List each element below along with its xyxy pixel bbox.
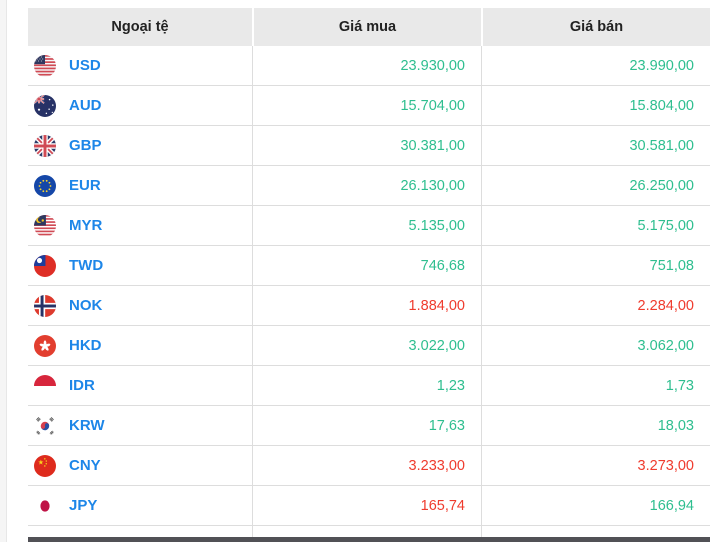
buy-price: 3.233,00 [252, 446, 481, 485]
page-left-edge [0, 0, 7, 542]
jpy-flag-icon [34, 494, 56, 517]
currency-cell: MYR [28, 206, 252, 245]
currency-code-link[interactable]: USD [69, 57, 101, 74]
buy-price: 17,63 [252, 406, 481, 445]
eur-flag-icon [34, 174, 56, 197]
currency-cell: IDR [28, 366, 252, 405]
sell-price: 2.284,00 [481, 286, 710, 325]
currency-code-link[interactable]: MYR [69, 217, 102, 234]
buy-price: 1,23 [252, 366, 481, 405]
table-row: CNY 3.233,00 3.273,00 [28, 446, 710, 486]
currency-code-link[interactable]: TWD [69, 257, 103, 274]
currency-code-link[interactable]: EUR [69, 177, 101, 194]
sell-price: 5.175,00 [481, 206, 710, 245]
buy-price: 746,68 [252, 246, 481, 285]
sell-price: 30.581,00 [481, 126, 710, 165]
table-row: TWD 746,68 751,08 [28, 246, 710, 286]
aud-flag-icon [34, 94, 56, 117]
currency-code-link[interactable]: KRW [69, 417, 105, 434]
krw-flag-icon [34, 414, 56, 437]
table-row: JPY 165,74 166,94 [28, 486, 710, 526]
currency-cell: AUD [28, 86, 252, 125]
next-section-header-edge [28, 537, 710, 542]
sell-price: 23.990,00 [481, 46, 710, 85]
table-row: AUD 15.704,00 15.804,00 [28, 86, 710, 126]
column-header-currency: Ngoại tệ [28, 8, 252, 46]
gbp-flag-icon [34, 134, 56, 157]
currency-cell: NOK [28, 286, 252, 325]
twd-flag-icon [34, 254, 56, 277]
buy-price: 5.135,00 [252, 206, 481, 245]
sell-price: 3.273,00 [481, 446, 710, 485]
table-row: EUR 26.130,00 26.250,00 [28, 166, 710, 206]
buy-price: 3.022,00 [252, 326, 481, 365]
buy-price: 30.381,00 [252, 126, 481, 165]
partial-next-row [28, 526, 710, 537]
table-row: IDR 1,23 1,73 [28, 366, 710, 406]
table-row: KRW 17,63 18,03 [28, 406, 710, 446]
buy-price: 1.884,00 [252, 286, 481, 325]
table-header-row: Ngoại tệ Giá mua Giá bán [28, 8, 710, 46]
sell-price: 3.062,00 [481, 326, 710, 365]
currency-cell: CNY [28, 446, 252, 485]
buy-price: 26.130,00 [252, 166, 481, 205]
currency-cell: KRW [28, 406, 252, 445]
cny-flag-icon [34, 454, 56, 477]
sell-price: 26.250,00 [481, 166, 710, 205]
column-header-buy: Giá mua [252, 8, 481, 46]
table-body: USD 23.930,00 23.990,00 AUD 15.704,00 15… [28, 46, 710, 526]
myr-flag-icon [34, 214, 56, 237]
buy-price: 15.704,00 [252, 86, 481, 125]
currency-cell: EUR [28, 166, 252, 205]
currency-code-link[interactable]: AUD [69, 97, 102, 114]
buy-price: 165,74 [252, 486, 481, 525]
currency-code-link[interactable]: HKD [69, 337, 102, 354]
currency-code-link[interactable]: IDR [69, 377, 95, 394]
currency-cell: HKD [28, 326, 252, 365]
currency-cell: USD [28, 46, 252, 85]
sell-price: 1,73 [481, 366, 710, 405]
currency-code-link[interactable]: CNY [69, 457, 101, 474]
idr-flag-icon [34, 374, 56, 397]
table-row: HKD 3.022,00 3.062,00 [28, 326, 710, 366]
currency-cell: GBP [28, 126, 252, 165]
table-row: NOK 1.884,00 2.284,00 [28, 286, 710, 326]
table-row: MYR 5.135,00 5.175,00 [28, 206, 710, 246]
sell-price: 166,94 [481, 486, 710, 525]
currency-code-link[interactable]: GBP [69, 137, 102, 154]
currency-cell: TWD [28, 246, 252, 285]
buy-price: 23.930,00 [252, 46, 481, 85]
nok-flag-icon [34, 294, 56, 317]
column-header-sell: Giá bán [481, 8, 710, 46]
sell-price: 15.804,00 [481, 86, 710, 125]
hkd-flag-icon [34, 334, 56, 357]
sell-price: 751,08 [481, 246, 710, 285]
sell-price: 18,03 [481, 406, 710, 445]
currency-code-link[interactable]: NOK [69, 297, 102, 314]
currency-code-link[interactable]: JPY [69, 497, 97, 514]
usd-flag-icon [34, 54, 56, 77]
table-row: USD 23.930,00 23.990,00 [28, 46, 710, 86]
currency-cell: JPY [28, 486, 252, 525]
exchange-rate-table: Ngoại tệ Giá mua Giá bán USD 23.930,00 2… [28, 8, 710, 537]
table-row: GBP 30.381,00 30.581,00 [28, 126, 710, 166]
